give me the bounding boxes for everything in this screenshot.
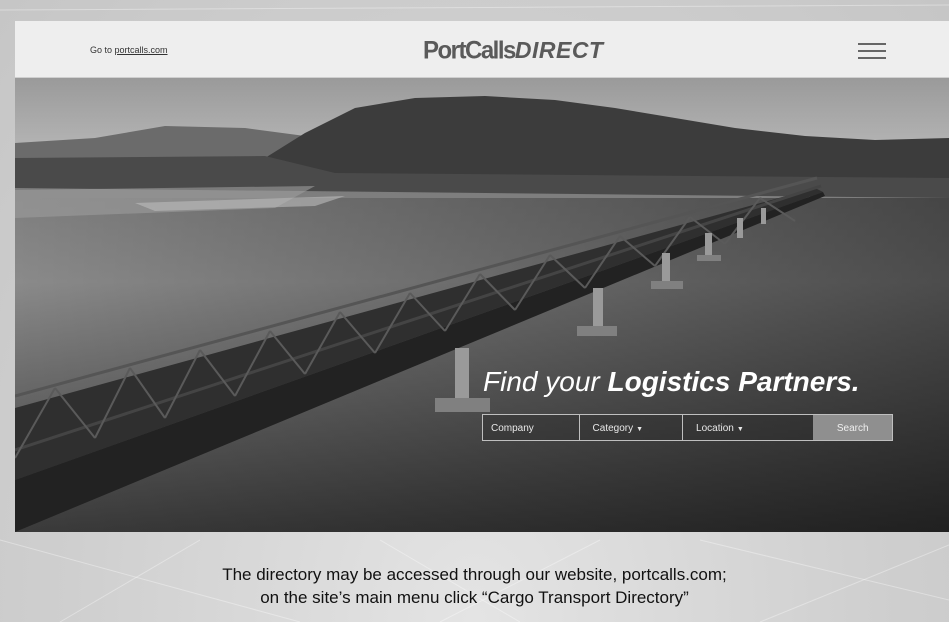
website-screenshot: Go to portcalls.com PortCalls DIRECT Fin… xyxy=(15,21,949,532)
caret-down-icon: ▼ xyxy=(636,426,644,433)
search-bar: Company Category ▼ Location ▼ Search xyxy=(482,414,893,441)
hero-section: Find your Logistics Partners. Company Ca… xyxy=(15,78,949,532)
site-logo[interactable]: PortCalls DIRECT xyxy=(423,36,604,65)
category-dropdown[interactable]: Category ▼ xyxy=(579,415,684,440)
bridge-landscape-photo xyxy=(15,78,949,532)
goto-portcalls: Go to portcalls.com xyxy=(90,45,168,55)
site-header: Go to portcalls.com PortCalls DIRECT xyxy=(15,21,949,78)
caption-line-2: on the site’s main menu click “Cargo Tra… xyxy=(260,588,689,607)
goto-prefix: Go to xyxy=(90,45,115,55)
location-dropdown[interactable]: Location ▼ xyxy=(683,415,814,440)
company-input[interactable]: Company xyxy=(483,415,580,440)
location-label: Location xyxy=(696,423,734,434)
caption-line-1: The directory may be accessed through ou… xyxy=(222,565,727,584)
search-button[interactable]: Search xyxy=(813,415,892,440)
tagline-light: Find your xyxy=(483,366,608,397)
portcalls-link[interactable]: portcalls.com xyxy=(115,45,168,55)
logo-direct: DIRECT xyxy=(514,37,604,63)
category-label: Category xyxy=(592,423,634,434)
company-placeholder: Company xyxy=(491,423,534,434)
hero-tagline: Find your Logistics Partners. xyxy=(483,366,860,398)
hamburger-menu-icon[interactable] xyxy=(858,43,886,61)
logo-portcalls: PortCalls xyxy=(423,36,516,65)
caret-down-icon: ▼ xyxy=(736,426,744,433)
tagline-bold: Logistics Partners. xyxy=(607,366,860,397)
